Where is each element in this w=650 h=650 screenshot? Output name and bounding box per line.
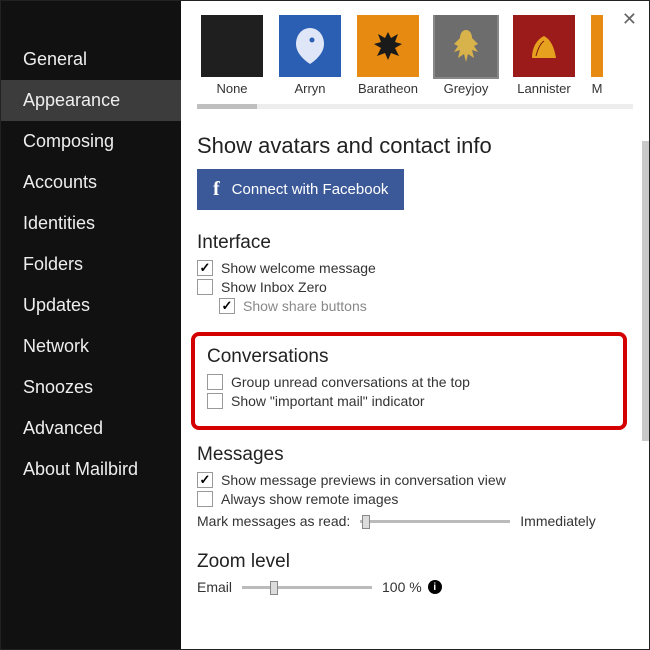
checkbox-icon [197, 472, 213, 488]
checkbox-label: Show message previews in conversation vi… [221, 472, 506, 488]
greyjoy-icon [444, 24, 488, 68]
facebook-button-label: Connect with Facebook [232, 181, 389, 198]
sidebar-label: Snoozes [23, 377, 93, 397]
lannister-icon [522, 24, 566, 68]
checkbox-icon [197, 279, 213, 295]
sidebar-label: Identities [23, 213, 95, 233]
theme-arryn[interactable]: Arryn [275, 15, 345, 96]
checkbox-icon [207, 393, 223, 409]
zoom-email-value: 100 % [382, 579, 422, 595]
sidebar-item-updates[interactable]: Updates [1, 285, 181, 326]
theme-label: Baratheon [358, 81, 418, 96]
sidebar-label: Composing [23, 131, 114, 151]
settings-panel: ✕ None Arryn Baratheon [181, 1, 649, 649]
arryn-icon [288, 24, 332, 68]
sidebar-label: About Mailbird [23, 459, 138, 479]
theme-picker: None Arryn Baratheon Greyjoy [197, 15, 633, 100]
theme-hscrollbar[interactable] [197, 104, 633, 109]
sidebar-item-appearance[interactable]: Appearance [1, 80, 181, 121]
sidebar-label: Advanced [23, 418, 103, 438]
checkbox-share-buttons[interactable]: Show share buttons [219, 298, 633, 314]
sidebar-label: Updates [23, 295, 90, 315]
theme-none[interactable]: None [197, 15, 267, 96]
sidebar-label: Folders [23, 254, 83, 274]
sidebar-label: Appearance [23, 90, 120, 110]
mark-read-row: Mark messages as read: Immediately [197, 513, 633, 529]
slider-thumb[interactable] [270, 581, 278, 595]
theme-label: None [216, 81, 247, 96]
sidebar-item-snoozes[interactable]: Snoozes [1, 367, 181, 408]
slider-thumb[interactable] [362, 515, 370, 529]
theme-label: Arryn [294, 81, 325, 96]
checkbox-icon [219, 298, 235, 314]
conversations-title: Conversations [207, 346, 611, 368]
scrollbar-thumb[interactable] [642, 141, 649, 441]
checkbox-label: Show share buttons [243, 298, 367, 314]
checkbox-icon [197, 260, 213, 276]
sidebar-label: General [23, 49, 87, 69]
sidebar-item-composing[interactable]: Composing [1, 121, 181, 162]
avatars-title: Show avatars and contact info [197, 133, 633, 159]
checkbox-label: Always show remote images [221, 491, 398, 507]
sidebar-label: Network [23, 336, 89, 356]
vertical-scrollbar[interactable] [642, 141, 649, 649]
close-button[interactable]: ✕ [622, 9, 637, 30]
theme-label: Greyjoy [444, 81, 489, 96]
theme-label: Lannister [517, 81, 570, 96]
sidebar-item-identities[interactable]: Identities [1, 203, 181, 244]
zoom-title: Zoom level [197, 551, 633, 573]
sidebar-item-advanced[interactable]: Advanced [1, 408, 181, 449]
sidebar-item-folders[interactable]: Folders [1, 244, 181, 285]
theme-more[interactable]: M [587, 15, 607, 96]
interface-title: Interface [197, 232, 633, 254]
mark-read-label: Mark messages as read: [197, 513, 350, 529]
messages-title: Messages [197, 444, 633, 466]
sidebar-item-network[interactable]: Network [1, 326, 181, 367]
checkbox-icon [197, 491, 213, 507]
checkbox-remote-images[interactable]: Always show remote images [197, 491, 633, 507]
checkbox-welcome[interactable]: Show welcome message [197, 260, 633, 276]
sidebar-item-general[interactable]: General [1, 39, 181, 80]
theme-hscroll-thumb[interactable] [197, 104, 257, 109]
checkbox-message-previews[interactable]: Show message previews in conversation vi… [197, 472, 633, 488]
checkbox-label: Show welcome message [221, 260, 376, 276]
connect-facebook-button[interactable]: f Connect with Facebook [197, 169, 404, 210]
theme-greyjoy[interactable]: Greyjoy [431, 15, 501, 96]
sidebar-item-about[interactable]: About Mailbird [1, 449, 181, 490]
checkbox-icon [207, 374, 223, 390]
sidebar-item-accounts[interactable]: Accounts [1, 162, 181, 203]
theme-label: M [592, 81, 603, 96]
zoom-email-row: Email 100 % i [197, 579, 633, 595]
mark-read-slider[interactable] [360, 514, 510, 528]
checkbox-group-unread[interactable]: Group unread conversations at the top [207, 374, 611, 390]
checkbox-label: Show "important mail" indicator [231, 393, 425, 409]
checkbox-label: Group unread conversations at the top [231, 374, 470, 390]
settings-sidebar: General Appearance Composing Accounts Id… [1, 1, 181, 649]
checkbox-label: Show Inbox Zero [221, 279, 327, 295]
info-icon[interactable]: i [428, 580, 442, 594]
zoom-email-slider[interactable] [242, 580, 372, 594]
conversations-highlight: Conversations Group unread conversations… [191, 332, 627, 430]
zoom-email-label: Email [197, 579, 232, 595]
facebook-icon: f [213, 178, 220, 201]
mark-read-value: Immediately [520, 513, 595, 529]
checkbox-important-indicator[interactable]: Show "important mail" indicator [207, 393, 611, 409]
theme-baratheon[interactable]: Baratheon [353, 15, 423, 96]
baratheon-icon [366, 24, 410, 68]
checkbox-inbox-zero[interactable]: Show Inbox Zero [197, 279, 633, 295]
theme-lannister[interactable]: Lannister [509, 15, 579, 96]
sidebar-label: Accounts [23, 172, 97, 192]
